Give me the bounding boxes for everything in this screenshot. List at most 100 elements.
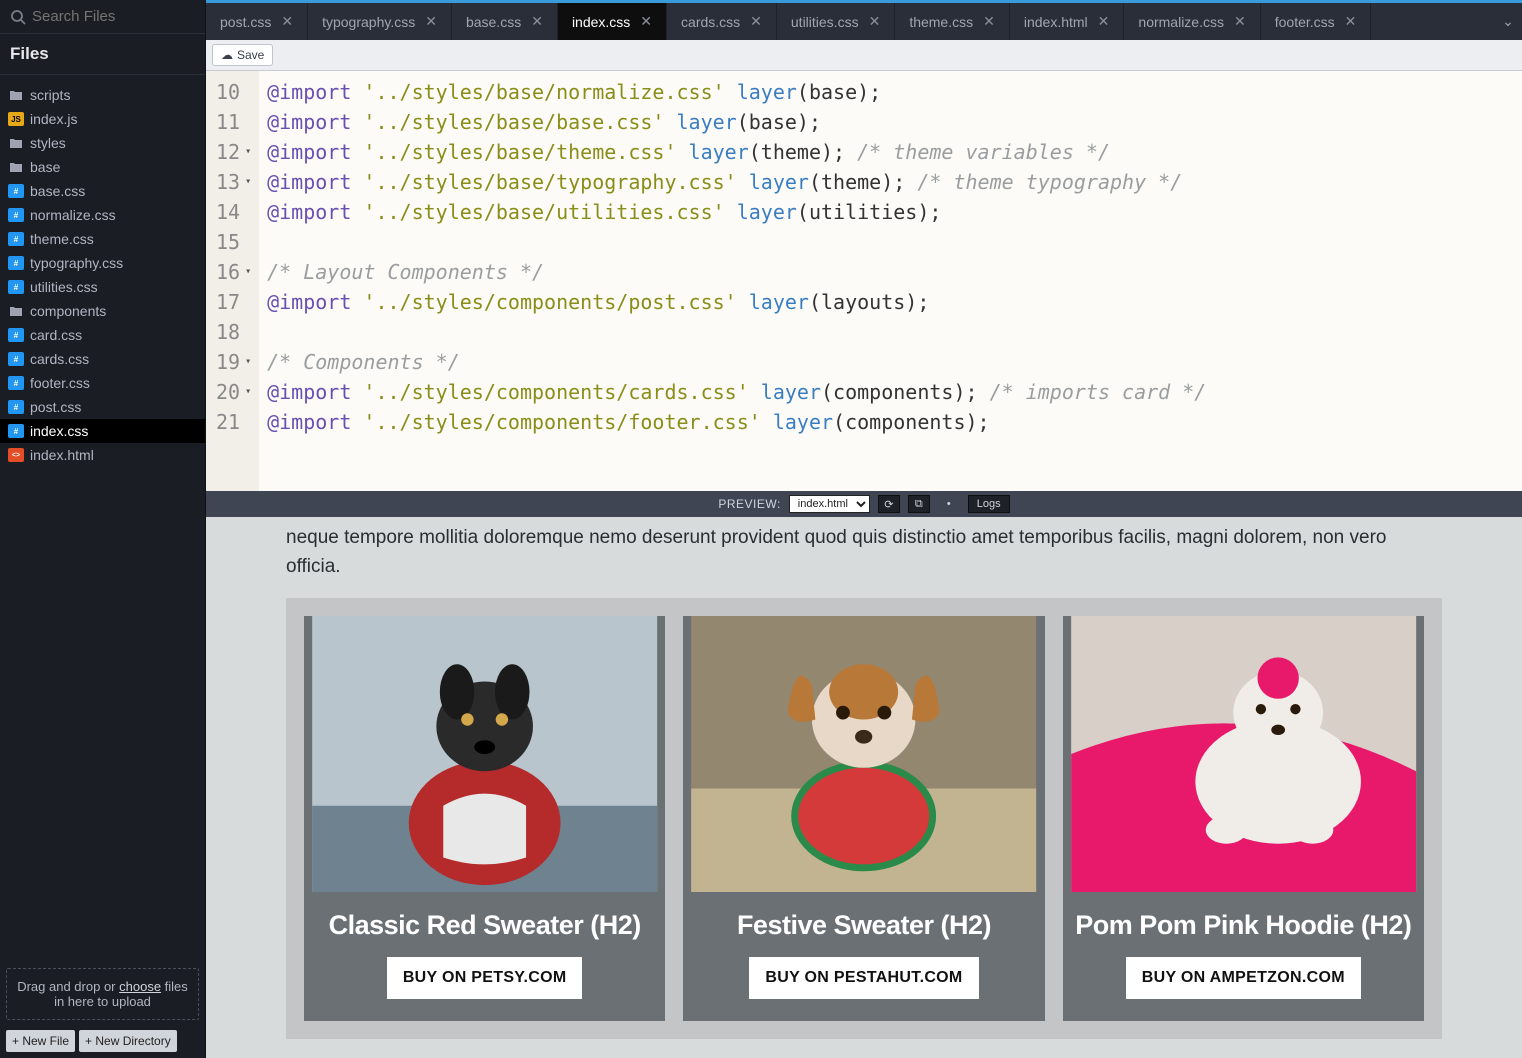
code-line[interactable]: /* Layout Components */	[267, 257, 1206, 287]
code-line[interactable]	[267, 317, 1206, 347]
close-icon[interactable]: ✕	[531, 13, 543, 30]
code-editor[interactable]: 101112▾13▾141516▾171819▾20▾21 @import '.…	[206, 71, 1522, 491]
fold-icon[interactable]: ▾	[243, 257, 251, 287]
file-tree-item[interactable]: #index.css	[0, 419, 205, 443]
file-tree-item[interactable]: JSindex.js	[0, 107, 205, 131]
code-line[interactable]: @import '../styles/components/cards.css'…	[267, 377, 1206, 407]
editor-tab[interactable]: typography.css✕	[308, 3, 452, 40]
cloud-icon: ☁	[221, 48, 233, 62]
code-line[interactable]: @import '../styles/base/theme.css' layer…	[267, 137, 1206, 167]
editor-tab[interactable]: theme.css✕	[895, 3, 1010, 40]
line-gutter: 101112▾13▾141516▾171819▾20▾21	[206, 71, 259, 491]
close-icon[interactable]: ✕	[1098, 13, 1110, 30]
close-icon[interactable]: ✕	[1234, 13, 1246, 30]
tab-label: cards.css	[681, 14, 740, 30]
code-line[interactable]	[267, 227, 1206, 257]
file-tree-item[interactable]: #utilities.css	[0, 275, 205, 299]
fold-icon[interactable]: ▾	[243, 137, 251, 167]
file-tree-item[interactable]: components	[0, 299, 205, 323]
close-icon[interactable]: ✕	[869, 13, 881, 30]
buy-button[interactable]: BUY ON AMPETZON.COM	[1126, 957, 1361, 999]
file-tree-label: normalize.css	[30, 207, 116, 223]
code-line[interactable]: @import '../styles/base/typography.css' …	[267, 167, 1206, 197]
editor-tab[interactable]: post.css ✕	[206, 3, 308, 40]
file-tree-label: index.html	[30, 447, 94, 463]
fold-icon[interactable]: ▾	[243, 347, 251, 377]
logs-button[interactable]: Logs	[968, 495, 1010, 513]
close-icon[interactable]: ✕	[425, 13, 437, 30]
close-icon[interactable]: ✕	[640, 13, 652, 30]
buy-button[interactable]: BUY ON PESTAHUT.COM	[749, 957, 978, 999]
file-tree-item[interactable]: #post.css	[0, 395, 205, 419]
fold-icon[interactable]: ▾	[243, 167, 251, 197]
file-tree-item[interactable]: scripts	[0, 83, 205, 107]
fold-icon[interactable]: ▾	[243, 377, 251, 407]
editor-tab[interactable]: index.html ✕	[1010, 3, 1125, 40]
card-title: Festive Sweater (H2)	[737, 910, 991, 941]
tab-label: index.html	[1024, 14, 1088, 30]
file-tree-label: base	[30, 159, 60, 175]
tab-label: utilities.css	[791, 14, 859, 30]
chevron-down-icon: ⌄	[1502, 13, 1514, 30]
tabs-overflow-button[interactable]: ⌄	[1494, 3, 1522, 40]
refresh-button[interactable]: ⟳	[878, 495, 900, 513]
close-icon[interactable]: ✕	[281, 13, 293, 30]
editor-tab[interactable]: utilities.css ✕	[777, 3, 895, 40]
tab-label: normalize.css	[1138, 14, 1224, 30]
file-tree-item[interactable]: <>index.html	[0, 443, 205, 467]
preview-paragraph-bottom: Lorem ipsum dolor sit amet consectetur a…	[286, 1039, 1442, 1058]
choose-link[interactable]: choose	[119, 979, 161, 994]
file-tree-label: components	[30, 303, 106, 319]
code-line[interactable]: @import '../styles/components/footer.css…	[267, 407, 1206, 437]
file-tree-item[interactable]: #footer.css	[0, 371, 205, 395]
search-icon	[10, 9, 26, 25]
editor-tab[interactable]: cards.css ✕	[667, 3, 777, 40]
file-tree-item[interactable]: #cards.css	[0, 347, 205, 371]
new-directory-button[interactable]: + New Directory	[79, 1030, 177, 1052]
close-icon[interactable]: ✕	[1345, 13, 1357, 30]
preview-label: PREVIEW:	[718, 497, 780, 511]
folder-open-icon	[8, 303, 24, 319]
preview-divider: •	[938, 495, 960, 513]
product-card: Festive Sweater (H2) BUY ON PESTAHUT.COM	[683, 616, 1044, 1021]
file-tree-label: base.css	[30, 183, 85, 199]
close-icon[interactable]: ✕	[750, 13, 762, 30]
line-number: 21	[216, 407, 253, 437]
code-content[interactable]: @import '../styles/base/normalize.css' l…	[259, 71, 1214, 491]
preview-bar: PREVIEW: index.html ⟳ ⧉ • Logs	[206, 491, 1522, 517]
code-line[interactable]: @import '../styles/base/base.css' layer(…	[267, 107, 1206, 137]
code-line[interactable]: @import '../styles/components/post.css' …	[267, 287, 1206, 317]
external-link-icon: ⧉	[915, 498, 923, 511]
drop-zone[interactable]: Drag and drop or choose files in here to…	[6, 968, 199, 1020]
close-icon[interactable]: ✕	[983, 13, 995, 30]
preview-file-select[interactable]: index.html	[789, 495, 870, 513]
file-tree-label: footer.css	[30, 375, 90, 391]
popout-button[interactable]: ⧉	[908, 495, 930, 513]
file-tree-item[interactable]: #theme.css	[0, 227, 205, 251]
editor-tab[interactable]: index.css✕	[558, 1, 667, 40]
search-input[interactable]	[32, 8, 231, 25]
css-file-icon: #	[8, 352, 24, 366]
code-line[interactable]: @import '../styles/base/normalize.css' l…	[267, 77, 1206, 107]
editor-tab[interactable]: base.css✕	[452, 3, 558, 40]
line-number: 20▾	[216, 377, 253, 407]
file-tree-item[interactable]: #normalize.css	[0, 203, 205, 227]
file-tree-item[interactable]: styles	[0, 131, 205, 155]
file-tree-item[interactable]: #typography.css	[0, 251, 205, 275]
file-tree-item[interactable]: #base.css	[0, 179, 205, 203]
code-line[interactable]: @import '../styles/base/utilities.css' l…	[267, 197, 1206, 227]
file-tree-label: index.js	[30, 111, 77, 127]
code-line[interactable]: /* Components */	[267, 347, 1206, 377]
product-card: Pom Pom Pink Hoodie (H2)BUY ON AMPETZON.…	[1063, 616, 1424, 1021]
line-number: 17	[216, 287, 253, 317]
new-file-button[interactable]: + New File	[6, 1030, 75, 1052]
tab-label: post.css	[220, 14, 271, 30]
editor-tab[interactable]: footer.css✕	[1261, 3, 1372, 40]
buy-button[interactable]: BUY ON PETSY.COM	[387, 957, 583, 999]
file-tree: scriptsJSindex.jsstylesbase#base.css#nor…	[0, 75, 205, 962]
file-tree-item[interactable]: #card.css	[0, 323, 205, 347]
editor-tab[interactable]: normalize.css ✕	[1124, 3, 1260, 40]
file-tree-item[interactable]: base	[0, 155, 205, 179]
save-button[interactable]: ☁ Save	[212, 44, 273, 66]
preview-pane[interactable]: neque tempore mollitia doloremque nemo d…	[206, 517, 1522, 1058]
